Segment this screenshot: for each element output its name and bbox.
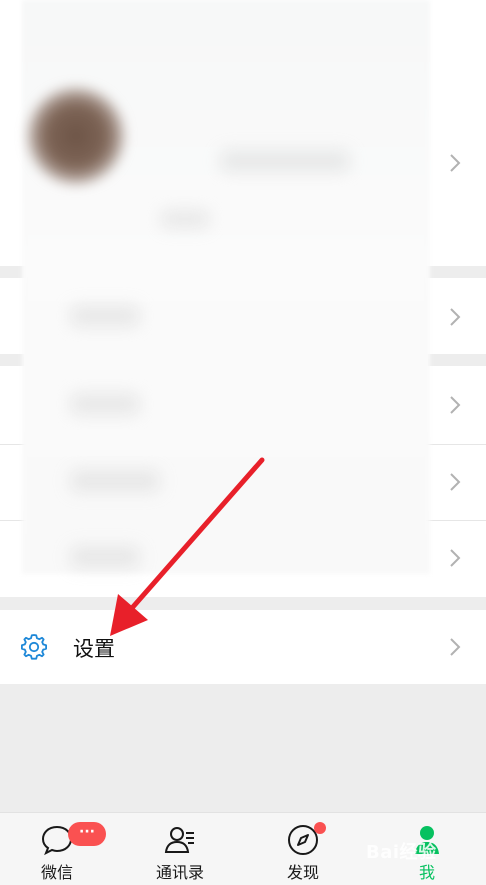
blurred-text xyxy=(70,470,160,492)
blurred-text xyxy=(70,305,140,327)
chevron-right-icon xyxy=(448,153,462,173)
chevron-right-icon xyxy=(448,472,462,492)
blurred-text xyxy=(70,546,140,568)
settings-label: 设置 xyxy=(73,637,115,661)
blurred-avatar xyxy=(28,88,124,184)
tab-chats-label: 微信 xyxy=(40,863,73,882)
tab-discover-label: 发现 xyxy=(286,863,319,882)
chevron-right-icon xyxy=(448,637,462,657)
chevron-right-icon xyxy=(448,307,462,327)
tab-contacts-label: 通讯录 xyxy=(155,863,204,882)
contacts-icon xyxy=(163,823,197,857)
chevron-right-icon xyxy=(448,548,462,568)
blurred-text xyxy=(220,150,350,172)
gear-icon xyxy=(20,633,48,661)
watermark: Bai经验 xyxy=(366,842,437,863)
blurred-text xyxy=(70,393,140,415)
chats-unread-badge: ··· xyxy=(68,822,106,846)
blurred-text xyxy=(160,210,210,228)
discover-red-dot xyxy=(314,822,326,834)
tab-contacts[interactable]: 通讯录 xyxy=(130,813,230,885)
chevron-right-icon xyxy=(448,395,462,415)
tab-discover[interactable]: 发现 xyxy=(253,813,353,885)
